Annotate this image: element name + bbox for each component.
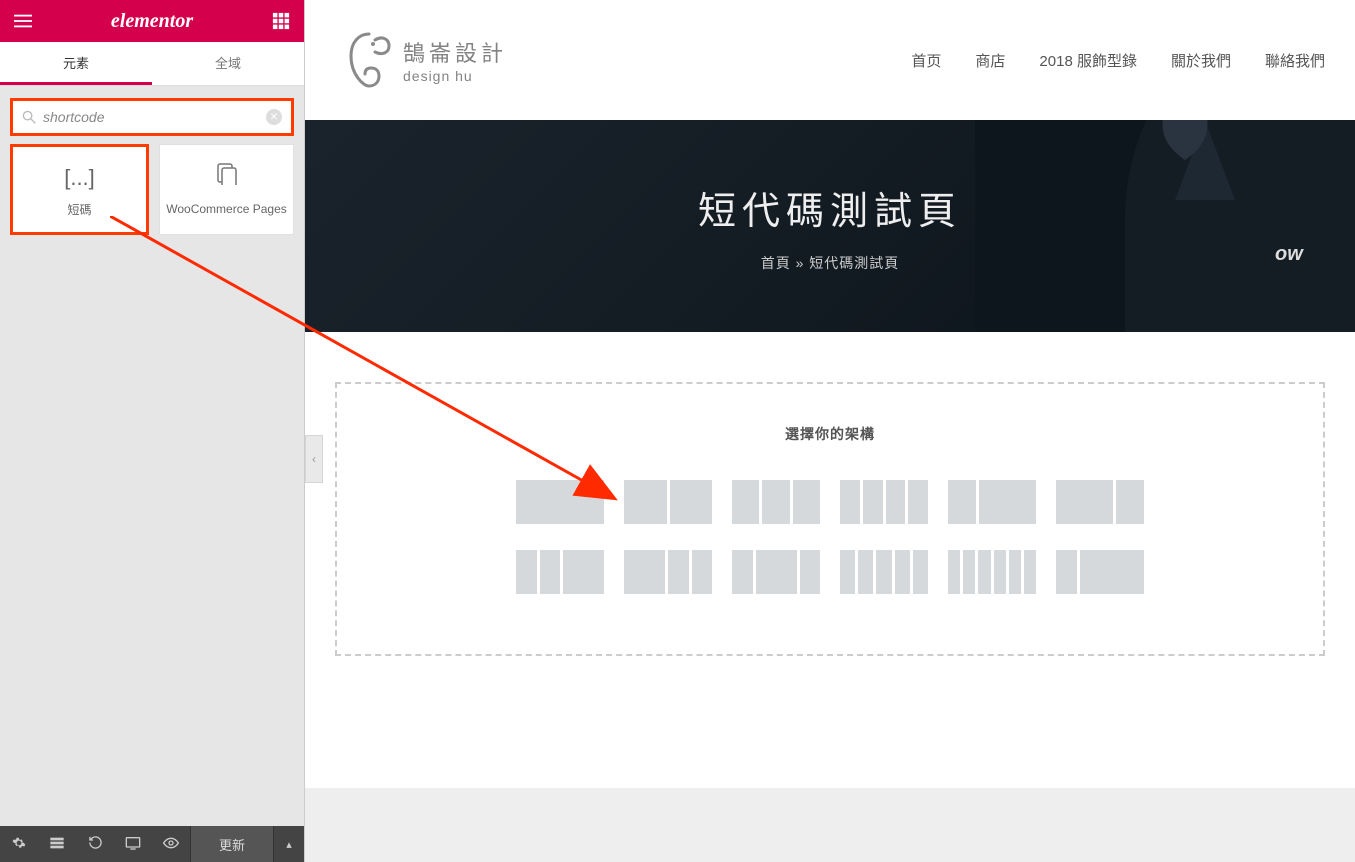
drop-zone-title: 選擇你的架構: [361, 424, 1299, 444]
logo-mark-icon: [345, 32, 393, 88]
navigator-button[interactable]: [38, 836, 76, 853]
hero-model-image: ow: [975, 120, 1355, 332]
preview-canvas: 鵠崙設計 design hu 首页 商店 2018 服飾型錄 關於我們 聯絡我們…: [305, 0, 1355, 862]
nav-item[interactable]: 商店: [975, 50, 1005, 71]
search-icon: [22, 110, 36, 124]
main-nav: 首页 商店 2018 服飾型錄 關於我們 聯絡我們: [911, 50, 1325, 71]
preview-button[interactable]: [152, 836, 190, 852]
breadcrumb: 首頁 » 短代碼測試頁: [761, 253, 900, 273]
widget-woocommerce-pages[interactable]: WooCommerce Pages: [159, 144, 294, 235]
logo-text-en: design hu: [403, 68, 507, 84]
breadcrumb-current: 短代碼測試頁: [809, 255, 899, 271]
elementor-panel: elementor 元素 全域 ✕ [...] 短碼: [0, 0, 305, 862]
structure-2-1[interactable]: [1056, 480, 1144, 524]
panel-footer: 更新 ▴: [0, 826, 304, 862]
search-box-highlight: ✕: [10, 98, 294, 136]
nav-item[interactable]: 關於我們: [1171, 50, 1231, 71]
structure-1-1-2[interactable]: [516, 550, 604, 594]
page-footer-placeholder: [305, 788, 1355, 862]
breadcrumb-sep: »: [796, 255, 805, 271]
site-logo[interactable]: 鵠崙設計 design hu: [345, 32, 507, 88]
structure-5col[interactable]: [840, 550, 928, 594]
widgets-grid-icon[interactable]: [272, 12, 290, 30]
search-input[interactable]: [43, 109, 261, 125]
structure-4col[interactable]: [840, 480, 928, 524]
brand-logo: elementor: [111, 10, 193, 33]
history-button[interactable]: [76, 835, 114, 853]
svg-text:ow: ow: [1275, 243, 1304, 265]
update-button[interactable]: 更新: [190, 826, 274, 862]
widget-label: WooCommerce Pages: [166, 202, 287, 216]
responsive-button[interactable]: [114, 836, 152, 853]
collapse-panel-handle[interactable]: ‹: [305, 435, 323, 483]
structure-3col[interactable]: [732, 480, 820, 524]
structure-1-2-1[interactable]: [732, 550, 820, 594]
page-title: 短代碼測試頁: [698, 180, 962, 235]
settings-button[interactable]: [0, 836, 38, 853]
breadcrumb-home[interactable]: 首頁: [761, 255, 791, 271]
structure-1-3[interactable]: [1056, 550, 1144, 594]
tab-global[interactable]: 全域: [152, 42, 304, 85]
structure-2-1-1[interactable]: [624, 550, 712, 594]
structure-6col[interactable]: [948, 550, 1036, 594]
save-options-caret-icon[interactable]: ▴: [274, 838, 304, 851]
panel-header: elementor: [0, 0, 304, 42]
site-header: 鵠崙設計 design hu 首页 商店 2018 服飾型錄 關於我們 聯絡我們: [305, 0, 1355, 120]
widget-label: 短碼: [67, 203, 91, 217]
structure-2col[interactable]: [624, 480, 712, 524]
widget-shortcode[interactable]: [...] 短碼: [10, 144, 149, 235]
structure-1col[interactable]: [516, 480, 604, 524]
section-drop-zone[interactable]: 選擇你的架構: [335, 382, 1325, 656]
shortcode-icon: [...]: [17, 165, 142, 191]
menu-icon[interactable]: [14, 12, 32, 30]
logo-text-cn: 鵠崙設計: [403, 36, 507, 68]
clear-search-icon[interactable]: ✕: [266, 109, 282, 125]
woocommerce-icon: [164, 163, 289, 191]
hero-banner: ow 短代碼測試頁 首頁 » 短代碼測試頁: [305, 120, 1355, 332]
structure-1-2[interactable]: [948, 480, 1036, 524]
nav-item[interactable]: 聯絡我們: [1265, 50, 1325, 71]
tab-elements[interactable]: 元素: [0, 42, 152, 85]
nav-item[interactable]: 2018 服飾型錄: [1039, 50, 1137, 71]
panel-tabs: 元素 全域: [0, 42, 304, 86]
nav-item[interactable]: 首页: [911, 50, 941, 71]
